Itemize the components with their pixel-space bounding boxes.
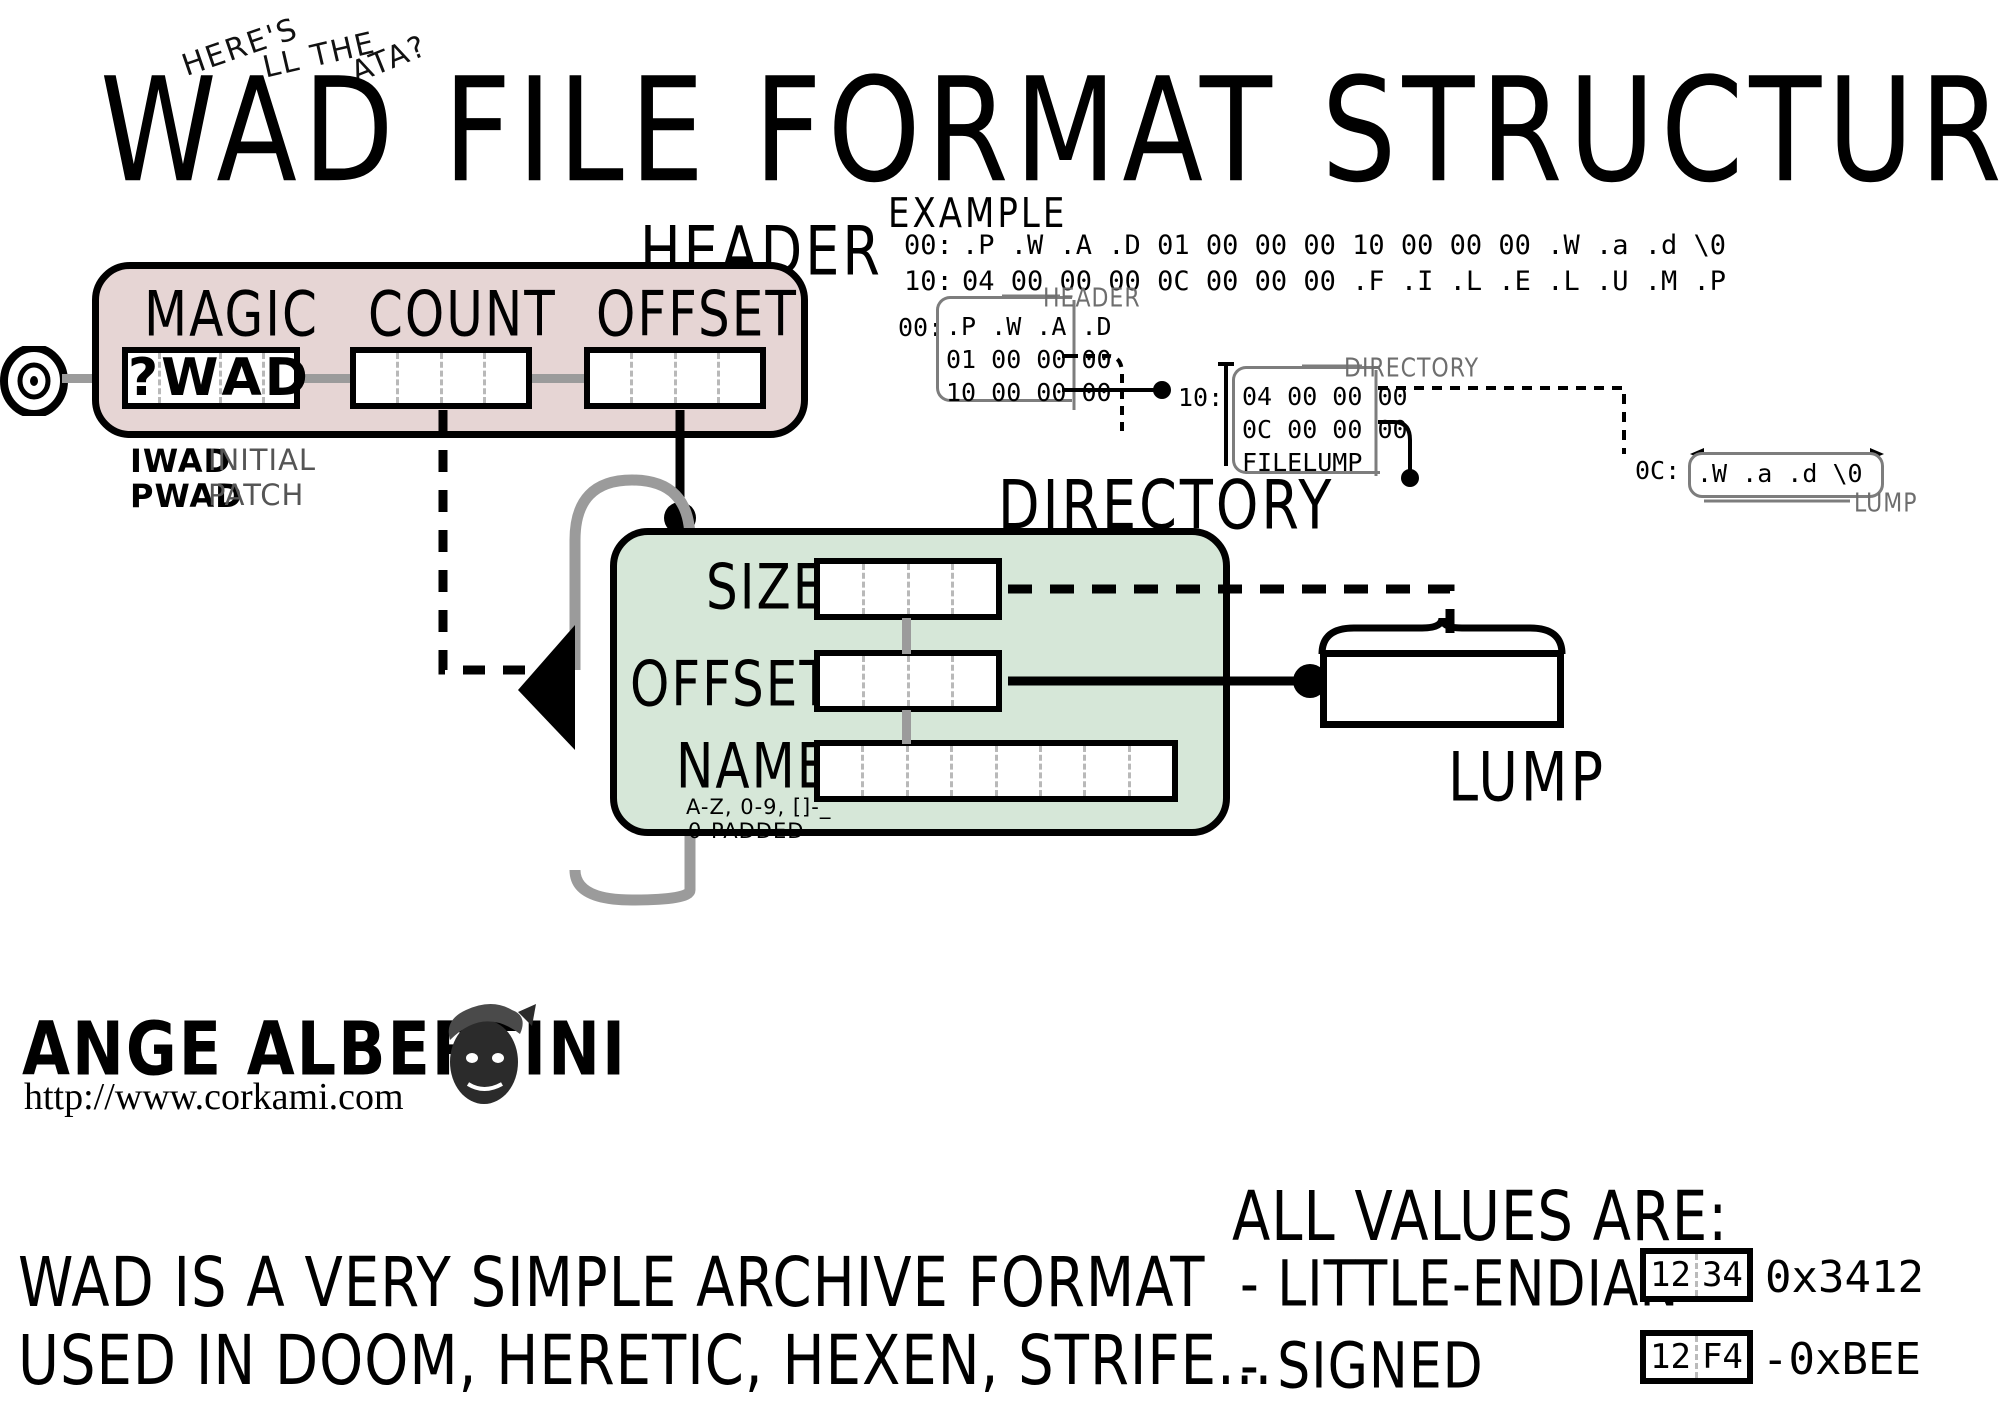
footer-description-line-2: USED IN DOOM, HERETIC, HEXEN, STRIFE...	[18, 1322, 1274, 1402]
example-hexrow-bytes-0: .P .W .A .D 01 00 00 00 10 00 00 00 .W .…	[962, 230, 1727, 261]
footer-description-line-1: WAD IS A VERY SIMPLE ARCHIVE FORMAT	[18, 1244, 1206, 1324]
directory-name-note-charset: A-Z, 0-9, []-_	[686, 795, 832, 819]
footer-value-byte-high-1: F4	[1701, 1337, 1743, 1377]
directory-field-label-offset: OFFSET	[630, 647, 832, 721]
origin-marker-icon	[0, 346, 68, 416]
header-field-label-count: COUNT	[368, 277, 557, 351]
directory-name-note-padding: 0-PADDED	[688, 819, 805, 843]
footer-value-byte-high-0: 34	[1701, 1255, 1743, 1295]
footer-value-result-0: 0x3412	[1765, 1252, 1924, 1303]
directory-size-cell	[865, 564, 910, 614]
header-magic-cell: W	[161, 348, 222, 408]
directory-offset-cell	[910, 656, 955, 706]
directory-name-cell	[909, 746, 954, 796]
directory-size-cell	[820, 564, 865, 614]
example-lump-line: .W .a .d \0	[1697, 459, 1863, 488]
directory-offset-cell	[865, 656, 910, 706]
directory-offset-cell	[820, 656, 865, 706]
lump-box	[1320, 650, 1564, 728]
header-count-cell	[443, 353, 486, 403]
magic-legend-meaning-iwad: INITIAL	[208, 443, 317, 477]
footer-values-title: ALL VALUES ARE:	[1232, 1178, 1729, 1258]
directory-field-label-name: NAME	[676, 729, 831, 803]
lump-label: LUMP	[1448, 738, 1607, 817]
header-magic-cells: ? W A D	[122, 347, 308, 409]
header-offset-cell	[633, 353, 677, 403]
example-hexrow-addr-0: 00:	[904, 230, 953, 261]
directory-field-label-size: SIZE	[706, 550, 827, 624]
footer-value-result-1: -0xBEE	[1762, 1334, 1921, 1385]
header-count-cell	[356, 353, 400, 403]
header-offset-cell	[590, 353, 634, 403]
directory-name-cell	[953, 746, 998, 796]
header-magic-cell: ?	[128, 348, 162, 408]
header-offset-cell	[677, 353, 720, 403]
footer-value-byte-low-0: 12	[1646, 1254, 1698, 1296]
footer-value-bytes-1: 12 F4	[1640, 1330, 1753, 1384]
page-title-area: HERE'S LL THE ATA? WAD FILE FORMAT STRUC…	[0, 8, 2000, 214]
directory-name-cell	[820, 746, 865, 796]
example-directory-line-2: FILELUMP	[1242, 448, 1363, 477]
directory-cell-link-2	[902, 710, 911, 744]
example-hexrow-addr-1: 10:	[904, 266, 953, 297]
header-count-cell	[399, 353, 443, 403]
author-url[interactable]: http://www.corkami.com	[24, 1075, 404, 1119]
header-count-cell	[486, 353, 526, 403]
example-lump-addr: 0C:	[1635, 456, 1681, 485]
example-header-line-0: .P .W .A .D	[946, 312, 1112, 341]
magic-legend-meaning-pwad: PATCH	[208, 478, 305, 512]
header-offset-cell	[720, 353, 760, 403]
directory-name-cell	[864, 746, 909, 796]
directory-cell-link-1	[902, 618, 911, 654]
header-field-label-offset: OFFSET	[596, 277, 798, 351]
directory-size-cells	[814, 558, 1002, 620]
footer-value-bytes-0: 12 34	[1640, 1248, 1753, 1302]
author-avatar	[448, 1004, 536, 1104]
example-lump-block-label: LUMP	[1854, 489, 1918, 519]
header-magic-cell: A	[222, 348, 265, 408]
directory-size-cell	[910, 564, 955, 614]
footer-value-byte-low-1: 12	[1646, 1336, 1698, 1378]
example-lump-leader-line	[1704, 499, 1850, 503]
directory-offset-cell	[954, 656, 996, 706]
header-magic-cell: D	[264, 348, 308, 408]
directory-offset-cells	[814, 650, 1002, 712]
example-directory-to-lump-connectors	[1378, 386, 1626, 487]
footer-value-bullet-0: - LITTLE-ENDIAN	[1240, 1248, 1680, 1322]
header-field-label-magic: MAGIC	[144, 277, 319, 351]
footer-value-bullet-1: - SIGNED	[1240, 1330, 1484, 1404]
directory-size-cell	[954, 564, 996, 614]
example-header-block-label: HEADER	[1043, 284, 1141, 314]
